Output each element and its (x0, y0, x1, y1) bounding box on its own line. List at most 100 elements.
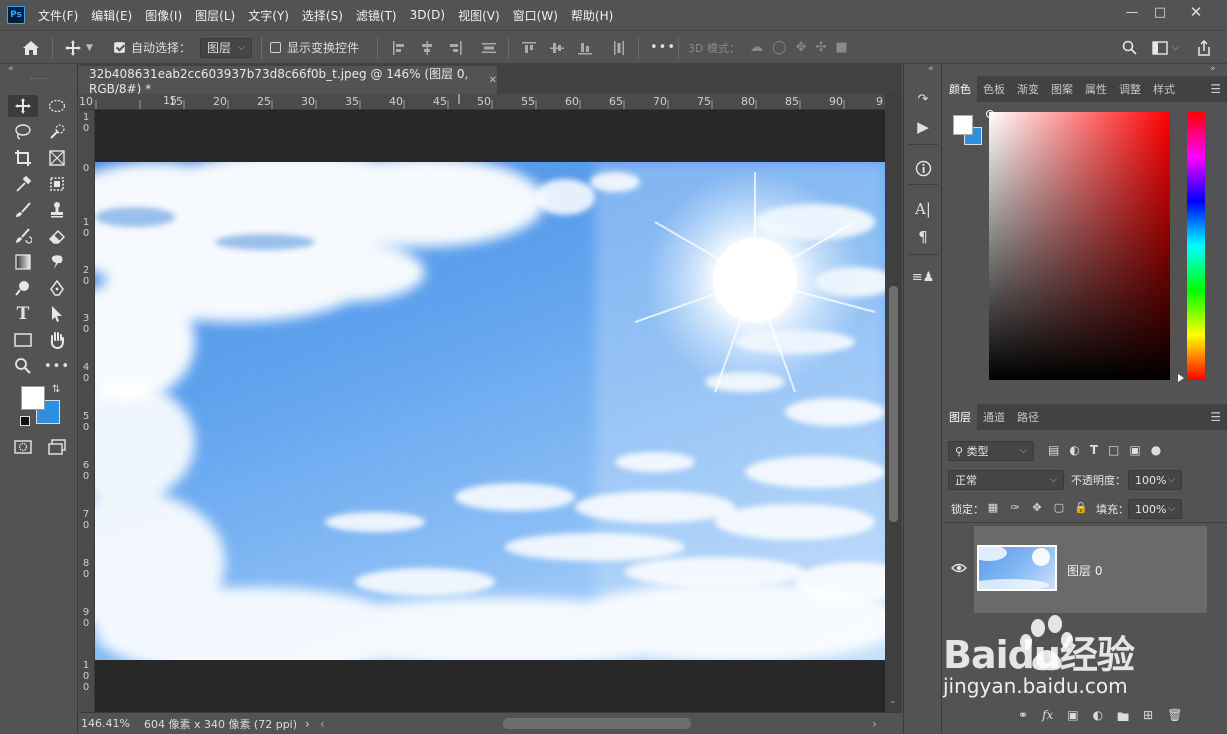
close-window-button[interactable]: ✕ (1180, 0, 1212, 24)
character-panel-icon[interactable]: A| (912, 198, 934, 220)
clone-stamp-tool-icon[interactable] (45, 199, 69, 221)
lock-position-icon[interactable]: ✥ (1030, 500, 1044, 514)
menu-edit[interactable]: 编辑(E) (91, 7, 132, 24)
panel-menu-icon[interactable]: ☰ (1210, 82, 1221, 96)
layer-style-fx-icon[interactable]: fx (1042, 708, 1053, 729)
tab-color[interactable]: 颜色 (943, 76, 977, 102)
brush-tool-icon[interactable] (11, 199, 35, 221)
3d-pan-icon[interactable]: ✥ (796, 40, 807, 55)
hand-tool-icon[interactable] (45, 329, 69, 351)
swap-colors-icon[interactable]: ⇅ (52, 384, 60, 395)
filter-shape-icon[interactable]: □ (1108, 443, 1119, 457)
scroll-left-arrow[interactable]: ‹ (320, 717, 325, 731)
layers-panel-menu-icon[interactable]: ☰ (1210, 410, 1221, 424)
distribute-icon[interactable] (482, 41, 496, 55)
menu-window[interactable]: 窗口(W) (513, 7, 558, 24)
tab-layers[interactable]: 图层 (943, 404, 977, 430)
menu-filter[interactable]: 滤镜(T) (356, 7, 397, 24)
document-tab[interactable]: 32b408631eab2cc603937b73d8c66f0b_t.jpeg … (79, 66, 497, 96)
spot-healing-frame-icon[interactable] (45, 173, 69, 195)
3d-slide-icon[interactable]: ✣ (815, 40, 826, 55)
more-options-button[interactable]: ••• (650, 31, 676, 64)
filter-pixel-icon[interactable]: ▤ (1048, 443, 1059, 457)
foreground-color-swatch[interactable] (21, 386, 45, 410)
layer-visibility-eye-icon[interactable] (951, 562, 967, 577)
filter-type-icon[interactable]: T (1090, 443, 1098, 457)
color-field[interactable] (989, 112, 1170, 380)
hue-slider-handle[interactable] (1178, 374, 1184, 382)
maximize-button[interactable]: □ (1144, 0, 1176, 24)
chevron-right-icon[interactable]: › (305, 717, 310, 731)
zoom-level[interactable]: 146.41% (81, 717, 130, 730)
share-icon[interactable] (1196, 31, 1212, 64)
vertical-scroll-thumb[interactable] (889, 286, 898, 522)
lasso-tool-icon[interactable] (11, 121, 35, 143)
tab-properties[interactable]: 属性 (1079, 76, 1113, 102)
menu-type[interactable]: 文字(Y) (248, 7, 289, 24)
align-middle-icon[interactable] (550, 41, 564, 55)
delete-layer-icon[interactable]: 🗑 (1167, 708, 1182, 729)
close-tab-icon[interactable]: ✕ (489, 75, 497, 86)
filter-smart-object-icon[interactable]: ▣ (1129, 443, 1140, 457)
tab-channels[interactable]: 通道 (977, 404, 1011, 430)
panel-foreground-swatch[interactable] (953, 115, 973, 135)
crop-tool-icon[interactable] (11, 147, 35, 169)
vertical-scrollbar[interactable]: ⌄ (885, 94, 902, 714)
hue-slider[interactable] (1187, 112, 1205, 380)
paragraph-panel-icon[interactable]: ¶ (912, 226, 934, 248)
pen-tool-icon[interactable] (45, 277, 69, 299)
tab-adjustments[interactable]: 调整 (1113, 76, 1147, 102)
lock-artboard-icon[interactable]: ▢ (1052, 500, 1066, 514)
auto-select-checkbox[interactable]: 自动选择： (114, 31, 191, 64)
info-panel-icon[interactable] (912, 157, 934, 179)
filter-adjustment-icon[interactable]: ◐ (1069, 443, 1079, 457)
menu-file[interactable]: 文件(F) (38, 7, 78, 24)
show-transform-checkbox[interactable]: 显示变换控件 (270, 31, 359, 64)
menu-layer[interactable]: 图层(L) (195, 7, 235, 24)
menu-select[interactable]: 选择(S) (302, 7, 343, 24)
eyedropper-tool-icon[interactable] (11, 173, 35, 195)
grip-handle[interactable] (30, 78, 48, 81)
new-layer-icon[interactable]: ⊞ (1143, 708, 1153, 729)
add-mask-icon[interactable]: ▣ (1067, 708, 1078, 729)
3d-scale-icon[interactable]: ■ (835, 40, 847, 55)
screen-mode-icon[interactable] (45, 436, 69, 458)
scroll-down-arrow[interactable]: ⌄ (889, 696, 897, 706)
lock-transparent-icon[interactable]: ▦ (986, 500, 1000, 514)
distribute-vertical-icon[interactable] (612, 40, 626, 55)
new-adjustment-icon[interactable]: ◐ (1093, 708, 1103, 729)
zoom-tool-icon[interactable] (11, 355, 35, 377)
layer-row[interactable]: 图层 0 (974, 526, 1207, 613)
home-icon[interactable] (22, 31, 40, 64)
tab-styles[interactable]: 样式 (1147, 76, 1181, 102)
align-center-icon[interactable] (420, 40, 434, 55)
collapse-right-icon[interactable]: » (1210, 64, 1216, 74)
layer-filter-dropdown[interactable]: ⚲ 类型 ⌵ (948, 441, 1034, 461)
blend-mode-dropdown[interactable]: 正常 ⌵ (948, 470, 1064, 490)
type-tool-icon[interactable]: T (11, 303, 35, 325)
menu-image[interactable]: 图像(I) (145, 7, 182, 24)
rectangle-tool-icon[interactable] (11, 329, 35, 351)
menu-help[interactable]: 帮助(H) (571, 7, 613, 24)
menu-view[interactable]: 视图(V) (458, 7, 500, 24)
actions-play-icon[interactable]: ▶ (912, 116, 934, 138)
scroll-right-arrow[interactable]: › (872, 717, 877, 731)
edit-toolbar-icon[interactable]: ••• (44, 355, 69, 377)
workspace-icon[interactable]: ⌵ (1152, 31, 1179, 64)
auto-select-target-dropdown[interactable]: 图层 ⌵ (200, 31, 252, 64)
align-bottom-icon[interactable] (578, 41, 592, 55)
filter-toggle-icon[interactable]: ● (1151, 443, 1161, 457)
marquee-tool-icon[interactable] (45, 95, 69, 117)
dodge-tool-icon[interactable] (11, 277, 35, 299)
menu-3d[interactable]: 3D(D) (410, 8, 445, 22)
move-tool-icon[interactable] (11, 95, 35, 117)
history-panel-icon[interactable]: ↷ (912, 88, 934, 110)
new-group-icon[interactable]: 🖿 (1117, 708, 1129, 729)
frame-tool-icon[interactable] (45, 147, 69, 169)
tab-swatches[interactable]: 色板 (977, 76, 1011, 102)
lock-all-icon[interactable]: 🔒 (1074, 500, 1088, 514)
gradient-tool-icon[interactable] (11, 251, 35, 273)
lock-image-icon[interactable]: ✑ (1008, 500, 1022, 514)
layer-thumbnail[interactable] (977, 545, 1057, 591)
color-picker-marker[interactable] (986, 110, 994, 118)
